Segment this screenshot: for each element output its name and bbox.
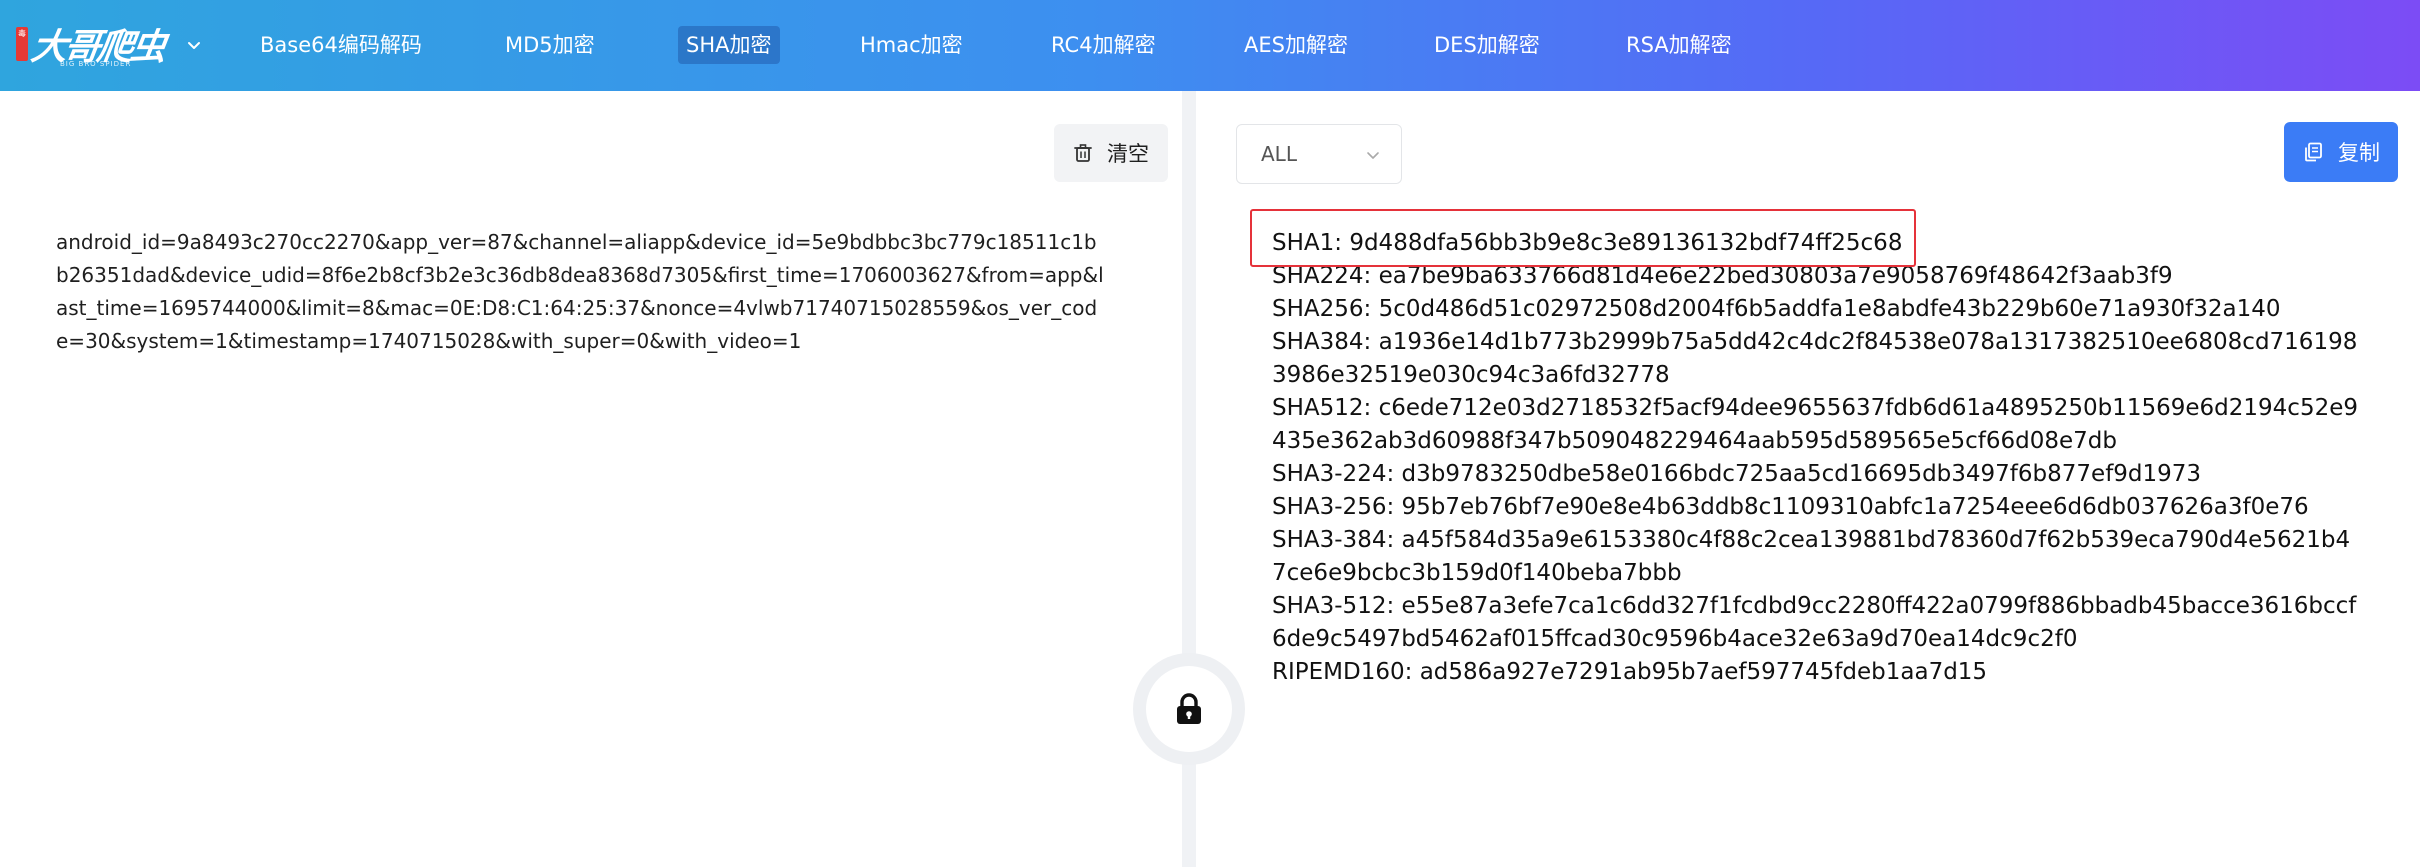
nav-item-rc4[interactable]: RC4加解密	[1043, 26, 1164, 64]
nav-item-rsa[interactable]: RSA加解密	[1618, 26, 1740, 64]
result-sha256: SHA256: 5c0d486d51c02972508d2004f6b5addf…	[1272, 296, 2281, 322]
result-sha3-256: SHA3-256: 95b7eb76bf7e90e8e4b63ddb8c1109…	[1272, 494, 2309, 520]
chevron-down-icon[interactable]	[185, 36, 203, 54]
input-textarea[interactable]: android_id=9a8493c270cc2270&app_ver=87&c…	[56, 226, 1106, 358]
logo-subtitle: BIG BRO SPIDER	[60, 60, 132, 68]
lock-toggle-button[interactable]	[1133, 653, 1245, 765]
nav-item-aes[interactable]: AES加解密	[1236, 26, 1356, 64]
nav-item-sha[interactable]: SHA加密	[678, 26, 780, 64]
result-sha3-384: SHA3-384: a45f584d35a9e6153380c4f88c2cea…	[1272, 527, 2351, 586]
top-navigation-bar: 毒 大哥爬虫 BIG BRO SPIDER Base64编码解码 MD5加密 S…	[0, 0, 2420, 91]
result-sha224: SHA224: ea7be9ba633766d81d4e6e22bed30803…	[1272, 263, 2173, 289]
clear-button[interactable]: 清空	[1054, 124, 1168, 182]
algorithm-select-value: ALL	[1261, 142, 1297, 166]
clear-button-label: 清空	[1107, 142, 1149, 166]
result-sha1: SHA1: 9d488dfa56bb3b9e8c3e89136132bdf74f…	[1272, 230, 1903, 256]
algorithm-select[interactable]: ALL	[1236, 124, 1402, 184]
lock-toggle-inner	[1146, 666, 1232, 752]
input-panel	[0, 91, 1182, 867]
nav-item-md5[interactable]: MD5加密	[497, 26, 603, 64]
result-sha3-224: SHA3-224: d3b9783250dbe58e0166bdc725aa5c…	[1272, 461, 2202, 487]
result-ripemd160: RIPEMD160: ad586a927e7291ab95b7aef597745…	[1272, 659, 1988, 685]
result-sha384: SHA384: a1936e14d1b773b2999b75a5dd42c4dc…	[1272, 329, 2358, 388]
logo-seal: 毒	[16, 27, 28, 61]
nav-item-des[interactable]: DES加解密	[1426, 26, 1548, 64]
hash-results[interactable]: SHA1: 9d488dfa56bb3b9e8c3e89136132bdf74f…	[1272, 227, 2362, 689]
nav-item-hmac[interactable]: Hmac加密	[852, 26, 971, 64]
copy-button[interactable]: 复制	[2284, 122, 2398, 182]
chevron-down-icon	[1367, 152, 1379, 159]
result-sha3-512: SHA3-512: e55e87a3efe7ca1c6dd327f1fcdbd9…	[1272, 593, 2357, 652]
site-logo[interactable]: 毒 大哥爬虫 BIG BRO SPIDER	[16, 10, 167, 78]
trash-icon	[1074, 144, 1092, 162]
result-sha512: SHA512: c6ede712e03d2718532f5acf94dee965…	[1272, 395, 2358, 454]
nav-item-base64[interactable]: Base64编码解码	[252, 26, 430, 64]
copy-icon	[2305, 142, 2322, 162]
copy-button-label: 复制	[2338, 141, 2380, 165]
lock-icon	[1177, 693, 1201, 724]
